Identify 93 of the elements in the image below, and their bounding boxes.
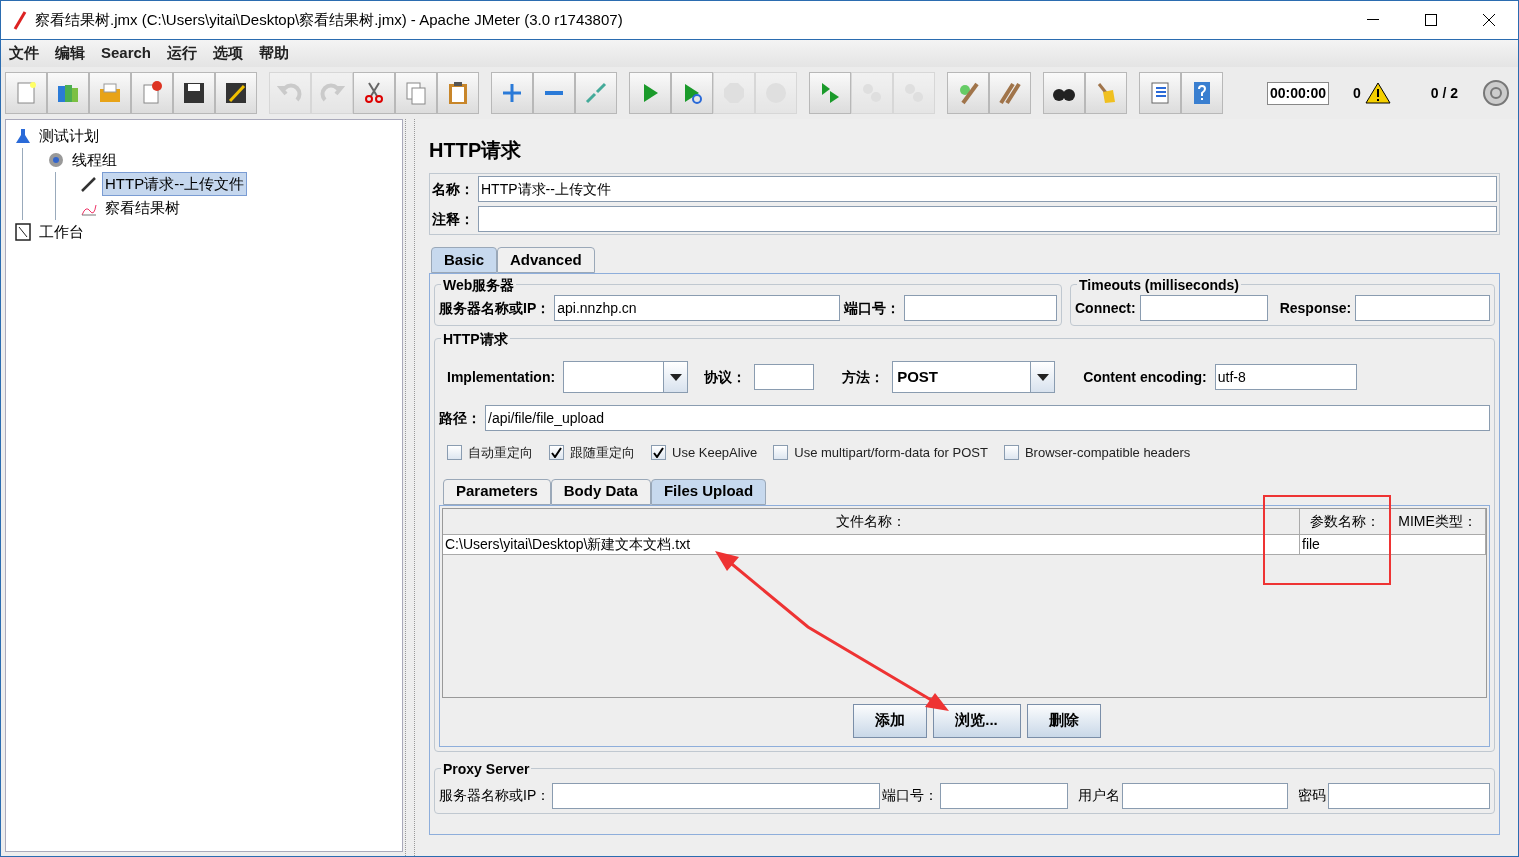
menu-item[interactable]: 编辑 xyxy=(47,42,93,65)
text-field[interactable]: /api/file/file_upload xyxy=(485,405,1490,431)
feather-icon xyxy=(13,10,27,30)
tree-item[interactable]: 察看结果树 xyxy=(102,195,183,221)
warning-count: 0 xyxy=(1352,83,1361,103)
flask-icon xyxy=(14,127,32,145)
copy-icon xyxy=(403,80,429,106)
checkbox-label: Browser-compatible headers xyxy=(1024,444,1191,462)
text-field[interactable] xyxy=(1355,295,1490,321)
dropdown[interactable]: POST xyxy=(892,361,1056,393)
checkbox[interactable] xyxy=(773,445,789,461)
field-label: 用户名 xyxy=(1078,786,1121,805)
action-button[interactable]: 浏览... xyxy=(932,703,1021,738)
tab[interactable]: Parameters xyxy=(443,478,551,505)
maximize-icon xyxy=(1425,14,1437,26)
checkbox-label: 跟随重定向 xyxy=(570,444,635,462)
field-label: 端口号： xyxy=(844,298,901,318)
comment-field[interactable] xyxy=(478,206,1497,232)
action-button[interactable]: 删除 xyxy=(1026,703,1101,738)
field-label: 协议： xyxy=(704,367,747,387)
field-label: 路径： xyxy=(439,408,481,428)
field-label: Implementation: xyxy=(447,367,556,387)
field-label: Response: xyxy=(1279,298,1352,318)
text-field[interactable] xyxy=(1122,782,1289,809)
field-label: 服务器名称或IP： xyxy=(439,298,551,318)
text-field[interactable]: HTTP请求--上传文件 xyxy=(478,176,1497,202)
field-label: 服务器名称或IP： xyxy=(439,786,551,805)
dropper-icon xyxy=(80,175,98,193)
column-header[interactable]: MIME类型： xyxy=(1390,508,1486,535)
menu-item[interactable]: 帮助 xyxy=(251,42,298,65)
dropdown[interactable] xyxy=(563,361,689,393)
check-icon xyxy=(551,447,562,459)
checkbox-label: Use KeepAlive xyxy=(672,444,758,462)
panel-title: HTTP请求 xyxy=(429,138,523,163)
minus-icon xyxy=(545,91,563,95)
dropper-icon xyxy=(583,80,609,106)
checkbox[interactable] xyxy=(549,445,564,461)
field-label: 方法： xyxy=(842,367,885,387)
field-label: 名称： xyxy=(432,179,474,199)
splitter[interactable] xyxy=(405,119,415,856)
text-field[interactable]: api.nnzhp.cn xyxy=(554,295,841,321)
clipboard-icon xyxy=(14,223,32,241)
caret-icon xyxy=(1036,373,1049,381)
column-header[interactable]: 参数名称： xyxy=(1300,508,1390,535)
elapsed-time: 00:00:00 xyxy=(1266,81,1329,105)
checkbox-label: Use multipart/form-data for POST xyxy=(794,444,988,462)
tree-item[interactable]: 线程组 xyxy=(69,147,120,173)
field-label: 密码 xyxy=(1298,786,1327,805)
field-label: Connect: xyxy=(1075,298,1136,318)
group-title: Web服务器 xyxy=(441,275,517,295)
menu-item[interactable]: Search xyxy=(93,42,160,65)
toolbar-button[interactable] xyxy=(173,72,215,114)
group-title: HTTP请求 xyxy=(441,329,510,349)
field-label: 端口号： xyxy=(882,786,939,805)
text-field[interactable] xyxy=(1328,782,1490,809)
tree-item[interactable]: HTTP请求--上传文件 xyxy=(102,171,248,197)
tree-item[interactable]: 测试计划 xyxy=(36,123,102,149)
text-field[interactable] xyxy=(754,364,815,390)
checkbox[interactable] xyxy=(447,445,462,461)
status-icon xyxy=(1482,79,1510,107)
tab[interactable]: Body Data xyxy=(550,478,651,505)
thread-count: 0 / 2 xyxy=(1430,83,1458,103)
tab[interactable]: Advanced xyxy=(497,247,595,273)
text-field[interactable] xyxy=(940,782,1069,809)
text-field[interactable] xyxy=(1139,295,1268,321)
menu-item[interactable]: 运行 xyxy=(159,42,206,65)
text-field[interactable]: utf-8 xyxy=(1214,364,1357,390)
text-field[interactable] xyxy=(552,782,881,809)
close-icon xyxy=(1483,14,1495,26)
tab[interactable]: Files Upload xyxy=(650,478,767,505)
caret-icon xyxy=(669,373,682,381)
field-label: Content encoding: xyxy=(1083,367,1207,387)
field-label: 注释： xyxy=(432,209,474,229)
window-title: 察看结果树.jmx (C:\Users\yitai\Desktop\察看结果树.jmx) - Apache JMeter (3.0 r1743807) xyxy=(35,9,623,30)
checkbox[interactable] xyxy=(651,445,666,461)
toolbar-button[interactable] xyxy=(215,72,257,114)
column-header[interactable]: 文件名称： xyxy=(443,508,1300,535)
action-button[interactable]: 添加 xyxy=(852,703,927,738)
check-icon xyxy=(653,447,664,459)
checkbox[interactable] xyxy=(1003,445,1019,461)
warning-icon xyxy=(1364,82,1391,104)
minimize-icon xyxy=(1367,19,1379,21)
tree-item[interactable]: 工作台 xyxy=(36,219,87,245)
table-cell: file xyxy=(1300,534,1390,554)
floppy-pencil-icon xyxy=(223,80,249,106)
gear-icon xyxy=(47,151,65,169)
text-field[interactable] xyxy=(904,295,1057,321)
menu-item[interactable]: 选项 xyxy=(205,42,252,65)
toolbar-button[interactable] xyxy=(1043,72,1085,114)
tab[interactable]: Basic xyxy=(431,247,498,273)
broom-icon xyxy=(997,80,1023,106)
menu-item[interactable]: 文件 xyxy=(1,42,47,65)
checkbox-label: 自动重定向 xyxy=(468,444,533,462)
